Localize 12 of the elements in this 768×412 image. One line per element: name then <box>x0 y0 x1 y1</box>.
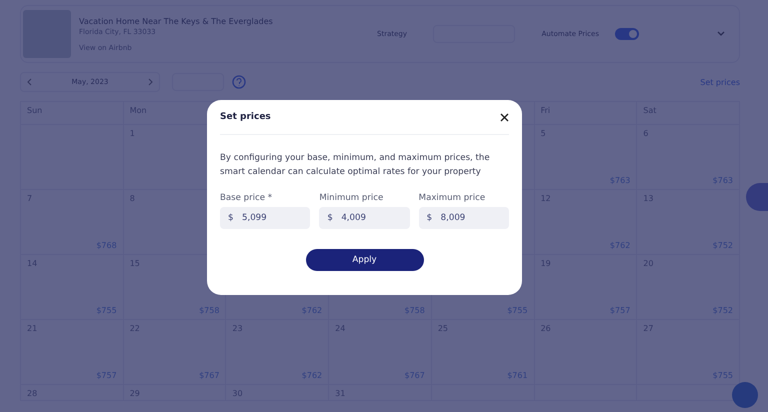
currency-sign: $ <box>228 213 234 223</box>
field-label: Maximum price <box>418 193 486 203</box>
apply-button[interactable]: Apply <box>306 249 424 271</box>
field-label: Base price * <box>220 193 274 203</box>
listing-title: Vacation Home Near The Keys & The Everglades <box>79 16 274 26</box>
dialog-title: Set prices <box>220 112 271 122</box>
set-prices-link[interactable]: Set prices <box>700 78 740 86</box>
field-label: Minimum price <box>319 193 384 203</box>
dialog-description: By configuring your base, minimum, and maximum prices, the smart calendar can calculate optimal rates for your property <box>220 152 491 179</box>
currency-sign: $ <box>426 213 432 223</box>
currency-sign: $ <box>327 213 333 223</box>
close-button[interactable] <box>500 112 509 122</box>
